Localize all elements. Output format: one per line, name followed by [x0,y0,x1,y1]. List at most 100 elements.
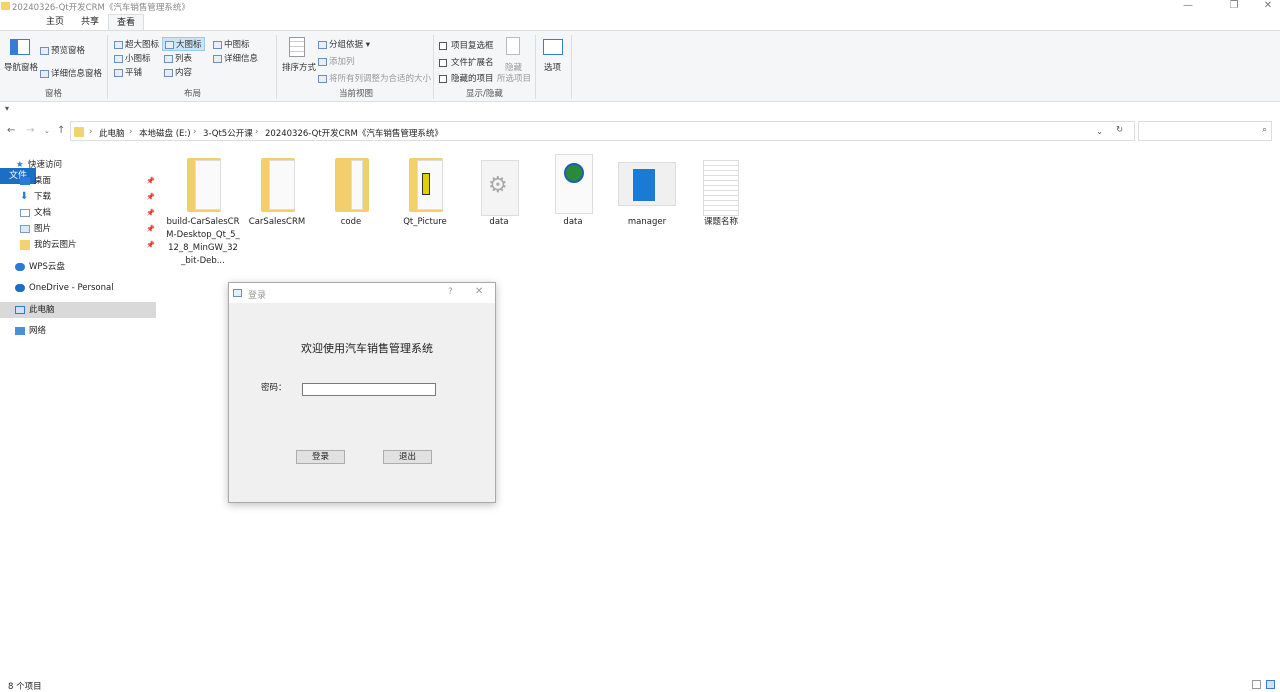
ribbon: 导航窗格 预览窗格 详细信息窗格 窗格 超大图标 大图标 中图标 小图标 列表 … [0,30,1280,102]
exit-button[interactable]: 退出 [383,450,432,464]
file-item[interactable]: build-CarSalesCRM-Desktop_Qt_5_12_8_MinG… [166,154,240,268]
forward-button[interactable]: → [26,125,34,136]
layout-list[interactable]: 列表 [164,52,192,64]
app-icon [618,154,676,214]
layout-extra-large[interactable]: 超大图标 [114,38,159,50]
crumb[interactable]: 本地磁盘 (E:) [139,127,191,139]
checkbox[interactable] [439,58,447,67]
welcome-heading: 欢迎使用汽车销售管理系统 [301,342,433,355]
label: 详细信息窗格 [51,69,103,79]
maximize-button[interactable]: ❐ [1224,0,1244,11]
preview-pane-button[interactable]: 预览窗格 [40,44,85,56]
refresh-icon[interactable]: ↻ [1116,125,1123,135]
sidebar-item-this-pc[interactable]: 此电脑 [0,302,156,318]
tab-home[interactable]: 主页 [38,14,72,30]
file-item[interactable]: CarSalesCRM [240,154,314,229]
sidebar-item-wps-cloud[interactable]: WPS云盘 [0,259,156,275]
details-view-button[interactable] [1252,680,1261,689]
checkbox[interactable] [439,41,447,50]
address-bar-row: ← → ⌄ ↑ › 此电脑 › 本地磁盘 (E:) › 3-Qt5公开课 › 2… [0,120,1280,142]
dialog-title: 登录 [248,291,267,301]
layout-small[interactable]: 小图标 [114,52,151,64]
icon [165,40,174,49]
sidebar-item-onedrive[interactable]: OneDrive - Personal [0,280,156,296]
folder-icon [179,154,227,214]
hide-icon [506,37,520,55]
sidebar-item-cloud-pictures[interactable]: 我的云图片 📌 [0,237,156,253]
sidebar-item-downloads[interactable]: ⬇ 下载 📌 [0,189,156,205]
address-input[interactable]: › 此电脑 › 本地磁盘 (E:) › 3-Qt5公开课 › 20240326-… [70,121,1135,141]
tab-view[interactable]: 查看 [108,14,145,30]
back-button[interactable]: ← [7,125,15,136]
item-checkboxes-toggle[interactable]: 项目复选框 [439,39,494,51]
layout-medium[interactable]: 中图标 [213,38,250,50]
file-item[interactable]: Qt_Picture [388,154,462,229]
password-label: 密码： [261,383,287,393]
hidden-items-toggle[interactable]: 隐藏的项目 [439,72,494,84]
folder-icon [1,2,10,10]
label: OneDrive - Personal [29,283,114,293]
file-item[interactable]: manager [610,154,684,229]
divider [571,35,572,99]
label: WPS云盘 [29,262,65,272]
label: 预览窗格 [51,46,86,56]
crumb[interactable]: 20240326-Qt开发CRM《汽车销售管理系统》 [265,127,443,139]
search-input[interactable]: ⌕ [1138,121,1272,141]
login-dialog: 登录 ? ✕ 欢迎使用汽车销售管理系统 密码： 登录 退出 [228,282,496,503]
status-bar: 8 个项目 [0,679,1280,692]
tab-share[interactable]: 共享 [73,14,107,30]
folder-icon [253,154,301,214]
address-dropdown-icon[interactable]: ⌄ [1096,127,1103,137]
file-item[interactable]: 课题名称 [684,154,758,229]
file-extensions-toggle[interactable]: 文件扩展名 [439,56,494,68]
label: 内容 [175,68,193,78]
nav-pane-button[interactable]: 导航窗格 [4,61,38,73]
hide-selected-label: 所选项目 [497,74,532,84]
details-icon [40,69,49,78]
file-item[interactable]: data [536,154,610,229]
login-button[interactable]: 登录 [296,450,345,464]
web-file-icon [549,154,597,214]
crumb[interactable]: 此电脑 [99,127,125,139]
file-item[interactable]: ⚙ data [462,154,536,229]
download-icon: ⬇ [20,191,29,202]
options-icon [543,39,563,55]
divider [535,35,536,99]
label: 桌面 [34,176,52,186]
sort-button[interactable]: 排序方式 [282,61,316,73]
sidebar-item-network[interactable]: 网络 [0,323,156,339]
label: 我的云图片 [34,240,77,250]
layout-tiles[interactable]: 平铺 [114,66,142,78]
sidebar-item-documents[interactable]: 文档 📌 [0,205,156,221]
icon [114,54,123,63]
computer-icon [15,306,25,314]
recent-dropdown[interactable]: ⌄ [44,127,50,135]
sidebar-item-desktop[interactable]: 桌面 📌 [0,173,156,189]
collapse-ribbon-icon[interactable]: ▾ [5,104,9,113]
app-icon [233,289,242,297]
group-by-button[interactable]: 分组依据 ▾ [318,38,370,50]
large-icons-view-button[interactable] [1266,680,1275,689]
details-pane-button[interactable]: 详细信息窗格 [40,67,102,79]
up-button[interactable]: ↑ [57,125,65,136]
sidebar-item-pictures[interactable]: 图片 📌 [0,221,156,237]
minimize-button[interactable]: — [1178,0,1198,11]
layout-content[interactable]: 内容 [164,66,192,78]
close-button[interactable]: ✕ [1258,0,1278,11]
add-column-button[interactable]: 添加列 [318,55,355,67]
file-item[interactable]: code [314,154,388,229]
dialog-close-button[interactable]: ✕ [475,286,483,297]
help-button[interactable]: ? [448,287,453,297]
checkbox[interactable] [439,74,447,83]
layout-large[interactable]: 大图标 [162,37,205,51]
fit-columns-button[interactable]: 将所有列调整为合适的大小 [318,72,431,84]
crumb[interactable]: 3-Qt5公开课 [203,127,253,139]
password-input[interactable] [302,383,436,396]
options-button[interactable]: 选项 [544,61,561,73]
divider [107,35,108,99]
layout-details[interactable]: 详细信息 [213,52,258,64]
sidebar-item-quick-access[interactable]: ★ 快速访问 [0,157,156,173]
sort-icon [289,37,305,57]
folder-icon [74,127,84,137]
label: 将所有列调整为合适的大小 [329,74,432,84]
